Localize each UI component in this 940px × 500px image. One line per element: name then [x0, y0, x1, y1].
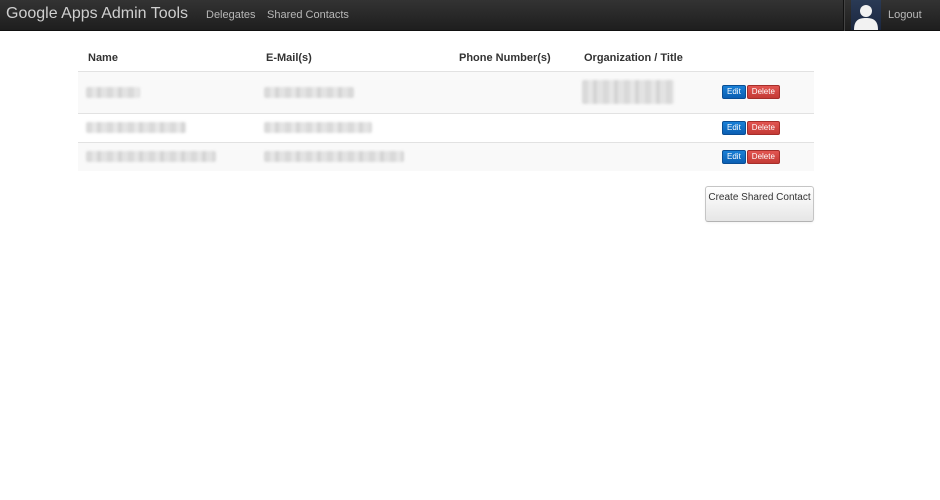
organization-cell — [574, 112, 714, 142]
redacted-name — [86, 122, 186, 134]
edit-button[interactable]: Edit — [722, 120, 746, 135]
phone-cell — [449, 112, 574, 142]
shared-contacts-table: Name E-Mail(s) Phone Number(s) Organizat… — [78, 46, 814, 171]
table-row: Edit Delete — [78, 112, 814, 142]
actions-cell: Edit Delete — [714, 70, 814, 113]
column-header-organization: Organization / Title — [584, 52, 683, 65]
redacted-email — [264, 86, 354, 98]
column-header-email: E-Mail(s) — [266, 52, 312, 65]
actions-cell: Edit Delete — [714, 112, 814, 142]
table-header-row: Name E-Mail(s) Phone Number(s) Organizat… — [78, 46, 814, 71]
phone-cell — [449, 141, 574, 171]
column-header-phone: Phone Number(s) — [459, 52, 551, 65]
shared-contacts-table-wrap: Name E-Mail(s) Phone Number(s) Organizat… — [78, 46, 814, 171]
table-row: Edit Delete — [78, 70, 814, 113]
redacted-organization — [582, 80, 674, 104]
redacted-name — [86, 86, 140, 98]
organization-cell — [574, 70, 714, 113]
table-row: Edit Delete — [78, 141, 814, 171]
navbar-divider — [843, 0, 844, 31]
organization-cell — [574, 141, 714, 171]
delete-button[interactable]: Delete — [746, 85, 780, 99]
email-cell — [256, 141, 449, 171]
redacted-email — [264, 151, 404, 163]
name-cell — [78, 112, 256, 142]
column-header-name: Name — [88, 52, 118, 65]
name-cell — [78, 70, 256, 113]
edit-button[interactable]: Edit — [722, 149, 746, 164]
top-navbar: Google Apps Admin Tools Delegates Shared… — [0, 0, 940, 31]
delete-button[interactable]: Delete — [746, 149, 780, 164]
create-shared-contact-button[interactable]: Create Shared Contact — [705, 186, 814, 222]
logout-link[interactable]: Logout — [888, 9, 922, 21]
brand-link[interactable]: Google Apps Admin Tools — [6, 5, 188, 23]
user-avatar-icon[interactable] — [851, 0, 881, 30]
column-header-actions — [714, 46, 814, 71]
create-shared-contact-label: Create Shared Contact — [708, 192, 811, 203]
redacted-email — [264, 122, 372, 134]
redacted-name — [86, 151, 216, 163]
phone-cell — [449, 70, 574, 113]
nav-shared-contacts-link[interactable]: Shared Contacts — [267, 9, 349, 21]
edit-button[interactable]: Edit — [722, 85, 746, 99]
delete-button[interactable]: Delete — [746, 120, 780, 135]
email-cell — [256, 112, 449, 142]
name-cell — [78, 141, 256, 171]
email-cell — [256, 70, 449, 113]
actions-cell: Edit Delete — [714, 141, 814, 171]
nav-delegates-link[interactable]: Delegates — [206, 9, 256, 21]
